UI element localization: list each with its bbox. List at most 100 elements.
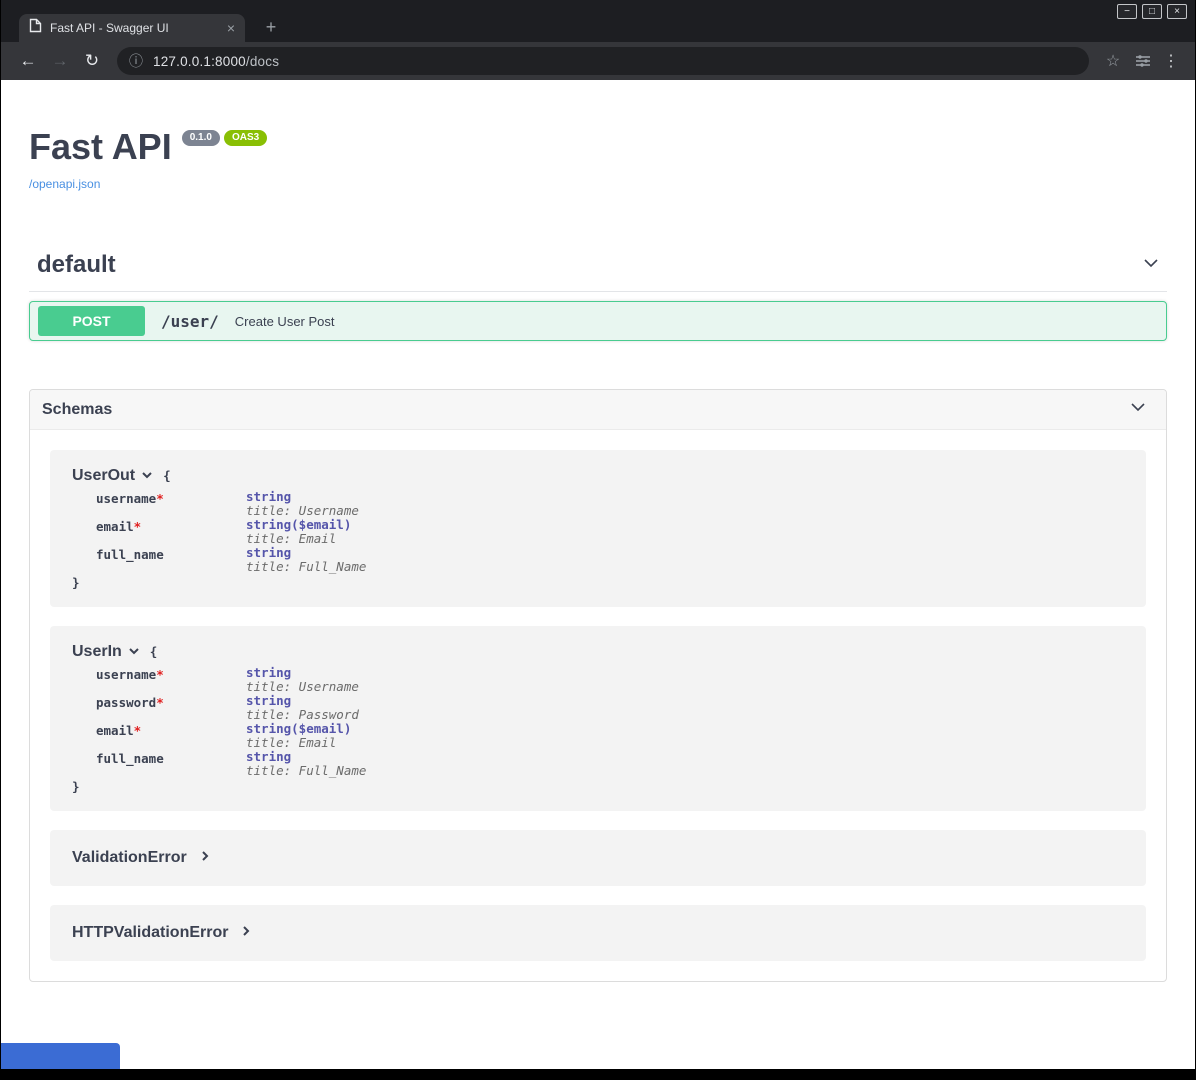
chevron-down-icon <box>1128 397 1148 422</box>
brace-open: { <box>163 469 171 483</box>
endpoint-post-user[interactable]: POST /user/ Create User Post <box>29 301 1167 341</box>
model-title: UserOut <box>72 467 135 485</box>
model-title: HTTPValidationError <box>72 924 228 942</box>
window-controls: − □ × <box>1117 4 1187 19</box>
property-row: full_name string title: Full_Name <box>96 546 366 574</box>
api-badges: 0.1.0 OAS3 <box>182 130 267 146</box>
close-button[interactable]: × <box>1167 4 1187 19</box>
tab-title: Fast API - Swagger UI <box>50 21 219 35</box>
schemas-header[interactable]: Schemas <box>30 390 1166 430</box>
schemas-models: UserOut { username* string title: Userna… <box>30 430 1166 981</box>
property-title: title: Password <box>246 708 366 722</box>
bookmark-star-icon[interactable]: ☆ <box>1099 51 1127 71</box>
post-method-badge[interactable]: POST <box>38 306 145 336</box>
tag-section-header[interactable]: default <box>29 251 1167 292</box>
required-star: * <box>156 491 164 506</box>
maximize-button[interactable]: □ <box>1142 4 1162 19</box>
required-star: * <box>134 723 142 738</box>
property-name: full_name <box>96 547 164 562</box>
swagger-page: Fast API 0.1.0 OAS3 /openapi.json defaul… <box>1 126 1195 982</box>
browser-tools-icon[interactable] <box>1129 47 1157 75</box>
brace-close: } <box>72 780 1124 794</box>
property-row: email* string($email) title: Email <box>96 722 366 750</box>
property-type: string <box>246 750 366 764</box>
chevron-right-icon <box>199 849 211 867</box>
property-name: password <box>96 695 156 710</box>
model-rows: username* string title: Username passwor… <box>96 666 366 778</box>
property-title: title: Full_Name <box>246 764 366 778</box>
property-row: username* string title: Username <box>96 490 366 518</box>
status-bubble <box>1 1043 120 1069</box>
brace-close: } <box>72 576 1124 590</box>
required-star: * <box>156 695 164 710</box>
browser-tab[interactable]: Fast API - Swagger UI × <box>19 14 245 42</box>
chevron-right-icon <box>240 924 252 942</box>
property-name: email <box>96 723 134 738</box>
model-rows: username* string title: Username email* … <box>96 490 366 574</box>
minimize-button[interactable]: − <box>1117 4 1137 19</box>
model-title: UserIn <box>72 643 122 661</box>
model-toggle[interactable]: UserIn <box>72 643 140 661</box>
required-star: * <box>156 667 164 682</box>
required-star: * <box>134 519 142 534</box>
schema-model[interactable]: HTTPValidationError <box>50 905 1146 961</box>
api-title-text: Fast API <box>29 126 172 168</box>
schemas-title: Schemas <box>42 401 112 419</box>
property-title: title: Email <box>246 736 366 750</box>
model-properties: username* string title: Username passwor… <box>96 666 366 778</box>
page-icon <box>29 18 42 38</box>
chevron-down-icon <box>1141 253 1161 278</box>
tab-close-icon[interactable]: × <box>227 21 235 35</box>
schema-model: UserOut { username* string title: Userna… <box>50 450 1146 607</box>
property-type: string <box>246 546 366 560</box>
property-type: string($email) <box>246 722 366 736</box>
menu-button[interactable]: ⋮ <box>1159 51 1183 71</box>
browser-toolbar: ← → ↻ ⓘ 127.0.0.1:8000/docs ☆ ⋮ <box>1 42 1195 80</box>
property-name: username <box>96 491 156 506</box>
api-info: Fast API 0.1.0 OAS3 /openapi.json <box>29 126 1167 193</box>
tab-strip: − □ × Fast API - Swagger UI × + <box>1 0 1195 42</box>
address-bar[interactable]: ⓘ 127.0.0.1:8000/docs <box>117 47 1089 75</box>
property-row: password* string title: Password <box>96 694 366 722</box>
property-title: title: Username <box>246 504 366 518</box>
chevron-down-icon <box>128 645 140 660</box>
property-title: title: Username <box>246 680 366 694</box>
reload-button[interactable]: ↻ <box>77 47 107 75</box>
openapi-link[interactable]: /openapi.json <box>29 177 100 191</box>
brace-open: { <box>150 645 158 659</box>
url-path: /docs <box>246 54 279 69</box>
property-name: username <box>96 667 156 682</box>
url-host: 127.0.0.1:8000 <box>153 54 246 69</box>
property-name: email <box>96 519 134 534</box>
property-type: string($email) <box>246 518 366 532</box>
property-title: title: Full_Name <box>246 560 366 574</box>
property-type: string <box>246 694 366 708</box>
page-title: Fast API 0.1.0 OAS3 <box>29 126 1167 168</box>
endpoint-summary: Create User Post <box>235 314 335 329</box>
schema-model[interactable]: ValidationError <box>50 830 1146 886</box>
tag-section-default: default POST /user/ Create User Post <box>29 251 1167 341</box>
back-button[interactable]: ← <box>13 47 43 75</box>
chevron-down-icon <box>141 469 153 484</box>
browser-window: − □ × Fast API - Swagger UI × + ← → ↻ ⓘ … <box>1 0 1195 1069</box>
property-title: title: Email <box>246 532 366 546</box>
tag-title: default <box>37 251 116 279</box>
forward-button[interactable]: → <box>45 47 75 75</box>
model-title: ValidationError <box>72 849 187 867</box>
new-tab-button[interactable]: + <box>259 15 283 39</box>
model-toggle[interactable]: UserOut <box>72 467 153 485</box>
model-properties: username* string title: Username email* … <box>96 490 366 574</box>
url-text: 127.0.0.1:8000/docs <box>153 54 279 69</box>
property-type: string <box>246 666 366 680</box>
property-row: email* string($email) title: Email <box>96 518 366 546</box>
schema-model: UserIn { username* string title: Usernam… <box>50 626 1146 811</box>
property-type: string <box>246 490 366 504</box>
property-row: username* string title: Username <box>96 666 366 694</box>
endpoint-path: /user/ <box>161 312 219 331</box>
info-icon[interactable]: ⓘ <box>129 51 143 71</box>
property-row: full_name string title: Full_Name <box>96 750 366 778</box>
model-title-row: UserOut { <box>72 467 1124 485</box>
schemas-section: Schemas UserOut { username* string title… <box>29 389 1167 982</box>
version-badge: 0.1.0 <box>182 130 220 146</box>
property-name: full_name <box>96 751 164 766</box>
